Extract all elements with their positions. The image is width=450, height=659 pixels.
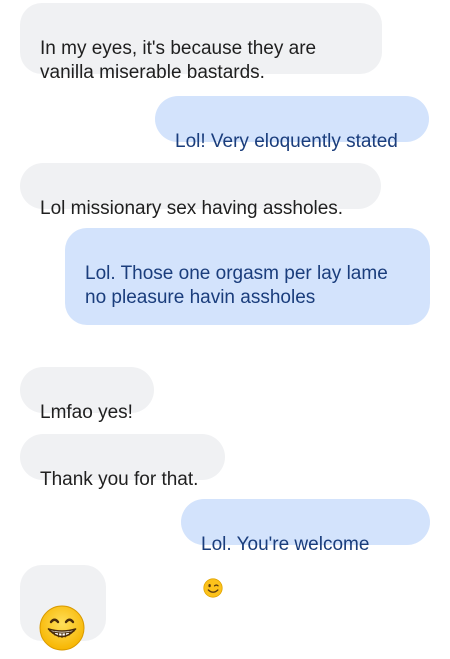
message-bubble-sent[interactable]: Lol. You're welcome — [181, 499, 430, 545]
conversation-screen: { "messages": [ { "id": "m1", "sender": … — [0, 0, 450, 650]
message-bubble-received[interactable]: Lmfao yes! — [20, 367, 154, 413]
message-bubble-sent[interactable]: Lol. Those one orgasm per lay lame no pl… — [65, 228, 430, 325]
message-text: Lol missionary sex having assholes. — [40, 198, 343, 219]
message-bubble-sent[interactable]: Lol! Very eloquently stated — [155, 96, 429, 142]
message-text: Lol. You're welcome — [201, 534, 369, 555]
winking-face-icon — [203, 554, 223, 605]
message-text: Lol! Very eloquently stated — [175, 131, 398, 152]
grinning-face-icon — [38, 580, 86, 659]
message-text: Lol. Those one orgasm per lay lame no pl… — [85, 263, 388, 308]
message-bubble-received[interactable]: In my eyes, it's because they are vanill… — [20, 3, 382, 74]
message-text: Lmfao yes! — [40, 402, 133, 423]
message-bubble-received[interactable]: Lol missionary sex having assholes. — [20, 163, 381, 209]
message-bubble-received[interactable] — [20, 565, 106, 641]
message-bubble-received[interactable]: Thank you for that. — [20, 434, 225, 480]
message-text: Thank you for that. — [40, 469, 198, 490]
message-text: In my eyes, it's because they are vanill… — [40, 38, 316, 83]
